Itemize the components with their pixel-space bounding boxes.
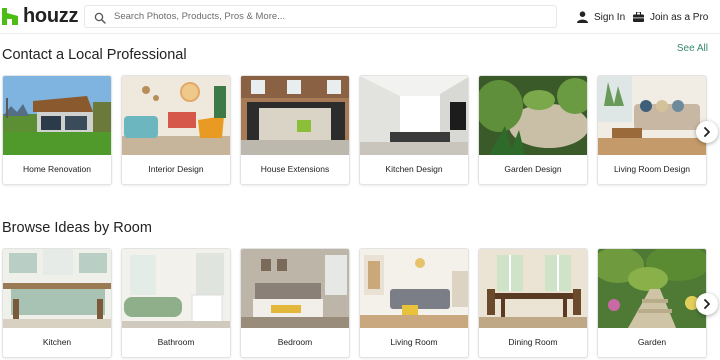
briefcase-icon <box>633 12 644 22</box>
kitchen-image <box>3 249 111 328</box>
card-label: Home Renovation <box>22 163 92 174</box>
card-interior-design[interactable]: Interior Design <box>121 75 231 185</box>
houzz-logo[interactable]: houzz <box>2 6 78 26</box>
dining-room-image <box>479 249 587 328</box>
top-header: houzz Sign In Join as a Pro <box>0 0 720 34</box>
sign-in-label: Sign In <box>594 11 626 23</box>
join-as-pro-link[interactable]: Join as a Pro <box>633 9 708 25</box>
card-bathroom[interactable]: Bathroom <box>121 248 231 358</box>
card-label: Kitchen Design <box>385 163 443 174</box>
card-label: Dining Room <box>508 336 558 347</box>
search-input[interactable] <box>114 11 534 22</box>
card-label: Interior Design <box>148 163 204 174</box>
garden-image <box>598 249 706 328</box>
card-label: Bedroom <box>277 336 313 347</box>
card-label: Living Room Design <box>613 163 691 174</box>
chevron-right-icon <box>704 127 710 137</box>
search-icon <box>94 11 106 24</box>
card-label: Living Room <box>390 336 438 347</box>
user-icon <box>577 11 588 23</box>
card-home-renovation[interactable]: Home Renovation <box>2 75 112 185</box>
card-label: House Extensions <box>260 163 330 174</box>
card-label: Garden <box>637 336 667 347</box>
search-bar[interactable] <box>84 5 557 28</box>
houzz-logo-icon <box>2 7 18 25</box>
house-extensions-image <box>241 76 349 155</box>
card-label: Bathroom <box>157 336 195 347</box>
card-kitchen-design[interactable]: Kitchen Design <box>359 75 469 185</box>
section-title-professionals: Contact a Local Professional <box>2 47 187 63</box>
card-living-room-design[interactable]: Living Room Design <box>597 75 707 185</box>
interior-design-image <box>122 76 230 155</box>
card-garden-design[interactable]: Garden Design <box>478 75 588 185</box>
card-dining-room[interactable]: Dining Room <box>478 248 588 358</box>
join-as-pro-label: Join as a Pro <box>650 11 709 23</box>
section-title-rooms: Browse Ideas by Room <box>2 220 152 236</box>
card-house-extensions[interactable]: House Extensions <box>240 75 350 185</box>
logo-text: houzz <box>23 5 79 27</box>
see-all-link[interactable]: See All <box>677 43 708 54</box>
card-bedroom[interactable]: Bedroom <box>240 248 350 358</box>
sign-in-link[interactable]: Sign In <box>577 9 625 25</box>
card-garden[interactable]: Garden <box>597 248 707 358</box>
home-renovation-image <box>3 76 111 155</box>
living-room-image <box>360 249 468 328</box>
bathroom-image <box>122 249 230 328</box>
kitchen-design-image <box>360 76 468 155</box>
chevron-right-icon <box>704 299 710 309</box>
next-arrow-button-professionals[interactable] <box>696 121 718 143</box>
next-arrow-button-rooms[interactable] <box>696 293 718 315</box>
card-living-room[interactable]: Living Room <box>359 248 469 358</box>
living-room-design-image <box>598 76 706 155</box>
bedroom-image <box>241 249 349 328</box>
garden-design-image <box>479 76 587 155</box>
card-label: Kitchen <box>42 336 72 347</box>
card-label: Garden Design <box>504 163 562 174</box>
card-kitchen[interactable]: Kitchen <box>2 248 112 358</box>
